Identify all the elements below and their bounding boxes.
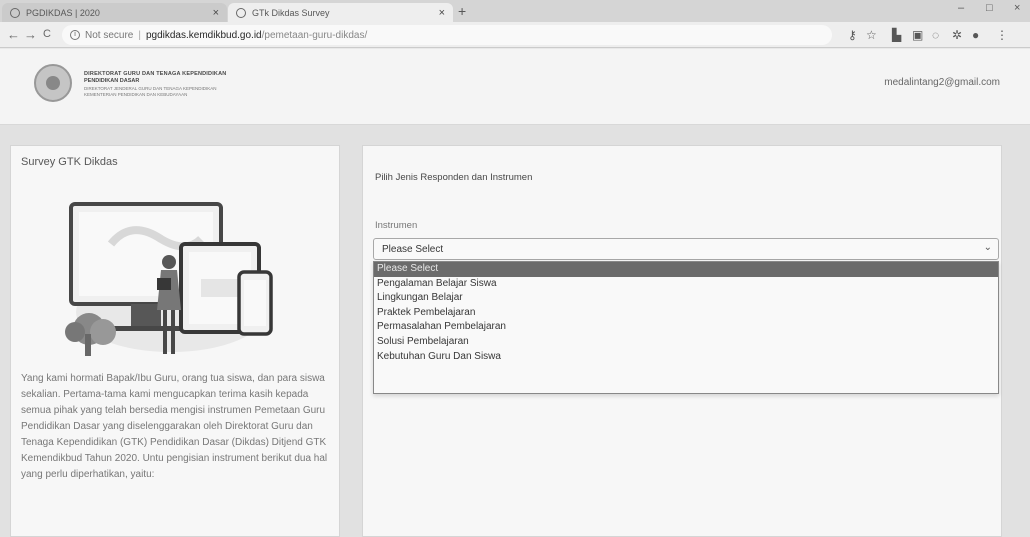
browser-tab-pgdikdas[interactable]: PGDIKDAS | 2020 × xyxy=(2,3,227,22)
browser-tab-bar: PGDIKDAS | 2020 × GTk Dikdas Survey × + … xyxy=(0,0,1030,22)
main-content: Survey GTK Dikdas Yang kami hormati Bapa… xyxy=(0,125,1030,537)
instrumen-dropdown-list: Please Select Pengalaman Belajar Siswa L… xyxy=(373,261,999,394)
info-icon[interactable]: i xyxy=(70,30,80,40)
user-email[interactable]: medalintang2@gmail.com xyxy=(884,77,1000,88)
forward-button[interactable]: → xyxy=(24,27,37,42)
globe-icon xyxy=(10,7,20,18)
respondent-instrument-card: Pilih Jenis Responden dan Instrumen Inst… xyxy=(362,145,1002,537)
profile-avatar-icon[interactable]: ● xyxy=(972,28,979,42)
dropdown-option[interactable]: Permasalahan Pembelajaran xyxy=(374,320,998,335)
extension-icon[interactable]: ▣ xyxy=(912,28,923,42)
dropdown-option[interactable]: Kebutuhan Guru Dan Siswa xyxy=(374,350,998,365)
dropdown-option[interactable]: Please Select xyxy=(374,262,998,277)
extension-icon[interactable]: ◌ xyxy=(932,28,939,42)
back-button[interactable]: ← xyxy=(7,27,20,42)
select-value: Please Select xyxy=(382,243,444,255)
instrumen-select[interactable]: Please Select ⌄ xyxy=(373,238,999,260)
browser-toolbar: ← → C i Not secure | pgdikdas.kemdikbud.… xyxy=(0,22,1030,48)
extension-icon[interactable]: ▙ xyxy=(892,28,901,42)
kemdikbud-logo xyxy=(34,64,72,102)
org-name-line4: KEMENTERIAN PENDIDIKAN DAN KEBUDAYAAN xyxy=(84,92,188,97)
browser-tab-survey[interactable]: GTk Dikdas Survey × xyxy=(228,3,453,22)
star-icon[interactable]: ☆ xyxy=(866,28,877,42)
site-header: DIREKTORAT GURU DAN TENAGA KEPENDIDIKAN … xyxy=(0,49,1030,125)
org-name-line3: DIREKTORAT JENDERAL GURU DAN TENAGA KEPE… xyxy=(84,86,217,91)
dropdown-option[interactable]: Lingkungan Belajar xyxy=(374,291,998,306)
dropdown-option[interactable]: Solusi Pembelajaran xyxy=(374,335,998,350)
reload-button[interactable]: C xyxy=(43,28,51,40)
card-title: Survey GTK Dikdas xyxy=(21,156,118,168)
url-path: /pemetaan-guru-dikdas/ xyxy=(261,29,368,41)
card-title: Pilih Jenis Responden dan Instrumen xyxy=(375,172,533,183)
intro-paragraph: Yang kami hormati Bapak/Ibu Guru, orang … xyxy=(21,373,328,480)
globe-icon xyxy=(236,7,246,18)
key-icon[interactable]: ⚷ xyxy=(848,28,857,42)
tab-title: PGDIKDAS | 2020 xyxy=(26,7,100,18)
puzzle-icon[interactable]: ✲ xyxy=(952,28,962,42)
devices-illustration xyxy=(65,202,273,356)
close-tab-icon[interactable]: × xyxy=(439,7,445,19)
survey-info-card: Survey GTK Dikdas Yang kami hormati Bapa… xyxy=(10,145,340,537)
instrumen-label: Instrumen xyxy=(375,220,418,231)
url-host: pgdikdas.kemdikbud.go.id xyxy=(145,29,262,41)
menu-icon[interactable]: ⋮ xyxy=(996,28,1008,42)
dropdown-option[interactable]: Praktek Pembelajaran xyxy=(374,306,998,321)
close-window-button[interactable]: × xyxy=(1014,2,1020,14)
chevron-down-icon: ⌄ xyxy=(983,242,992,253)
tab-title: GTk Dikdas Survey xyxy=(252,7,330,18)
org-name-line2: PENDIDIKAN DASAR xyxy=(84,78,140,84)
address-separator: | xyxy=(138,29,141,41)
security-label: Not secure xyxy=(85,29,134,41)
dropdown-option[interactable]: Pengalaman Belajar Siswa xyxy=(374,277,998,292)
address-bar[interactable]: i Not secure | pgdikdas.kemdikbud.go.id … xyxy=(62,25,832,45)
minimize-button[interactable]: – xyxy=(958,2,964,14)
org-name-line1: DIREKTORAT GURU DAN TENAGA KEPENDIDIKAN xyxy=(84,71,227,77)
maximize-button[interactable]: □ xyxy=(986,2,993,14)
new-tab-button[interactable]: + xyxy=(458,3,466,19)
close-tab-icon[interactable]: × xyxy=(213,7,219,19)
